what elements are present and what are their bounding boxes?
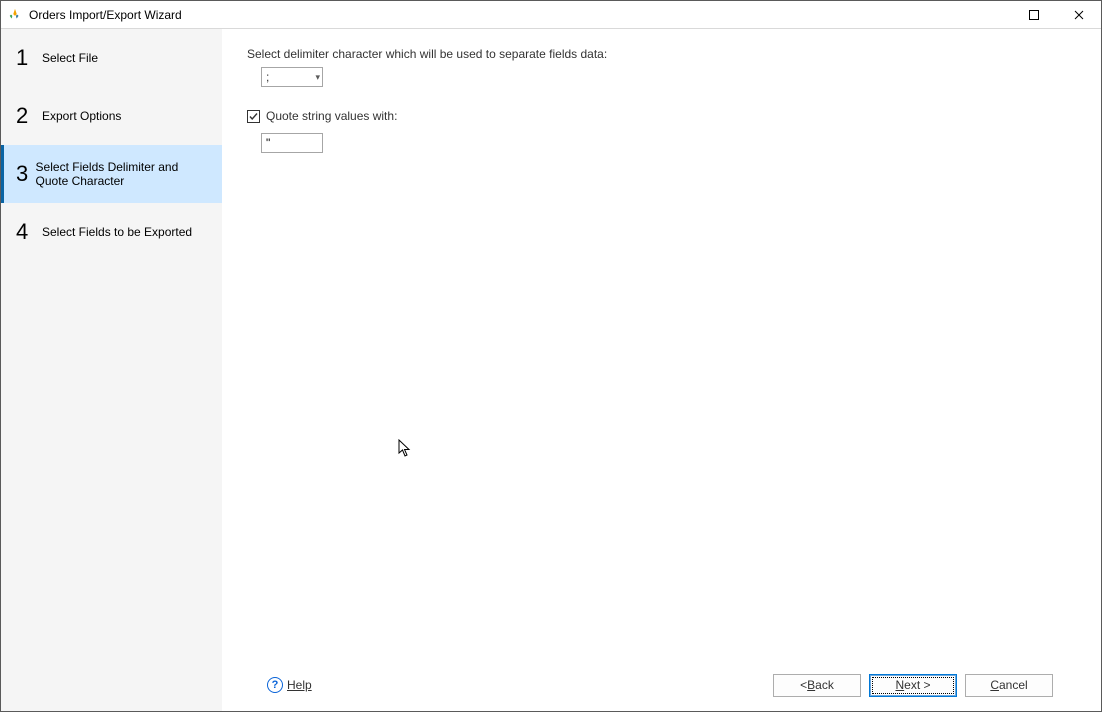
help-icon: ? (267, 677, 283, 693)
close-button[interactable] (1056, 1, 1101, 28)
step-label: Select Fields to be Exported (42, 225, 192, 239)
delimiter-value: ; (266, 70, 315, 84)
chevron-down-icon: ▾ (315, 72, 320, 83)
step-number: 3 (16, 161, 36, 187)
quote-checkbox-label: Quote string values with: (266, 109, 397, 123)
step-number: 4 (16, 219, 42, 245)
step-number: 2 (16, 103, 42, 129)
step-label: Select File (42, 51, 98, 65)
steps-sidebar: 1 Select File 2 Export Options 3 Select … (1, 29, 223, 711)
step-number: 1 (16, 45, 42, 71)
step-fields-to-export[interactable]: 4 Select Fields to be Exported (1, 203, 222, 261)
step-label: Select Fields Delimiter and Quote Charac… (36, 160, 212, 189)
app-icon (7, 7, 23, 23)
step-delimiter-quote[interactable]: 3 Select Fields Delimiter and Quote Char… (1, 145, 222, 203)
window-title: Orders Import/Export Wizard (29, 8, 1011, 22)
delimiter-combo[interactable]: ; ▾ (261, 67, 323, 87)
titlebar: Orders Import/Export Wizard (1, 1, 1101, 29)
quote-char-input[interactable] (261, 133, 323, 153)
wizard-body: 1 Select File 2 Export Options 3 Select … (1, 29, 1101, 711)
step-export-options[interactable]: 2 Export Options (1, 87, 222, 145)
quote-checkbox-row: Quote string values with: (247, 109, 1077, 123)
back-button[interactable]: < Back (773, 674, 861, 697)
next-button[interactable]: Next > (869, 674, 957, 697)
step-label: Export Options (42, 109, 121, 123)
delimiter-instruction: Select delimiter character which will be… (247, 47, 1077, 61)
help-link[interactable]: ? Help (267, 677, 312, 693)
step-select-file[interactable]: 1 Select File (1, 29, 222, 87)
footer: ? Help < Back Next > Cancel (247, 659, 1077, 711)
maximize-button[interactable] (1011, 1, 1056, 28)
help-label: Help (287, 678, 312, 692)
quote-checkbox[interactable] (247, 110, 260, 123)
cancel-button[interactable]: Cancel (965, 674, 1053, 697)
wizard-window: Orders Import/Export Wizard 1 Select Fil… (0, 0, 1102, 712)
window-controls (1011, 1, 1101, 28)
main-panel: Select delimiter character which will be… (223, 29, 1101, 711)
form-area: Select delimiter character which will be… (247, 47, 1077, 659)
